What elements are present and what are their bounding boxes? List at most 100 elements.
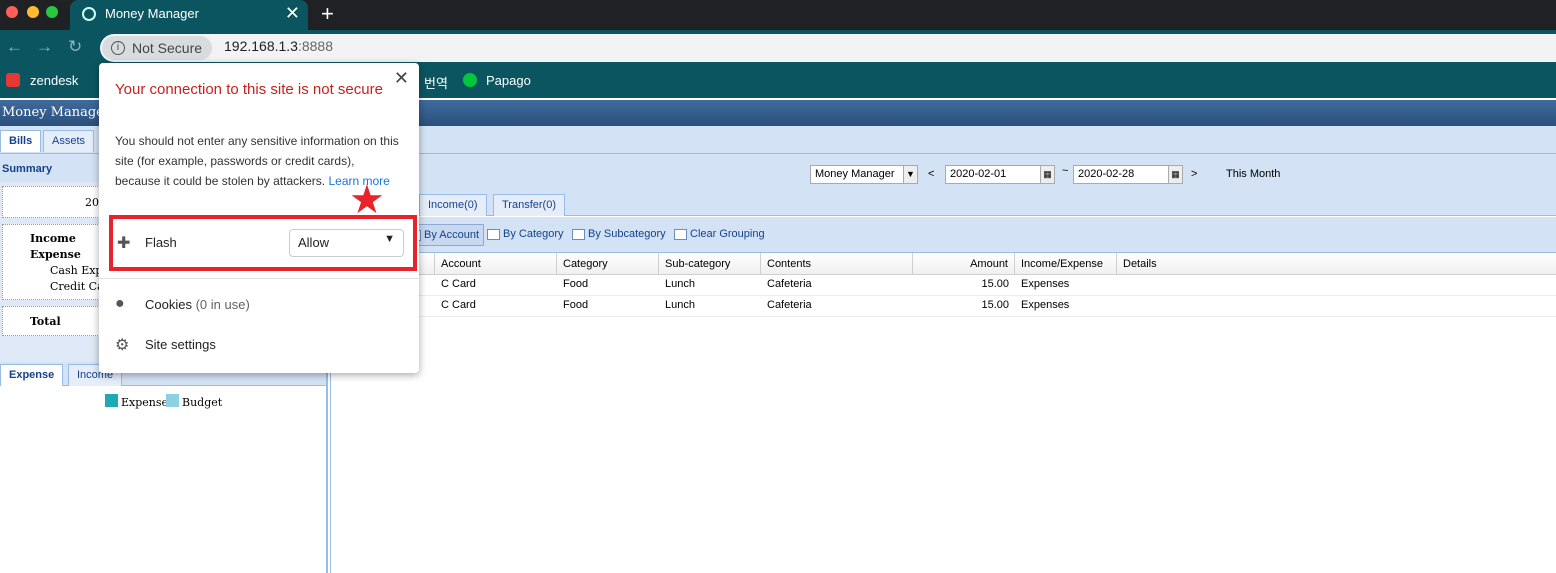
summary-total-label: Total — [30, 315, 61, 328]
group-by-category-button[interactable]: By Category — [485, 224, 568, 246]
legend-budget-label: Budget — [182, 396, 223, 409]
papago-icon — [463, 73, 477, 87]
url-host: 192.168.1.3 — [224, 38, 298, 54]
browser-toolbar: ← → ↻ i Not Secure 192.168.1.3:8888 — [0, 30, 1556, 64]
zendesk-icon — [6, 73, 20, 87]
legend-budget-swatch — [166, 394, 179, 407]
browser-tab[interactable]: Money Manager ✕ — [70, 0, 308, 30]
maximize-window-button[interactable] — [46, 6, 58, 18]
popup-close-button[interactable]: ✕ — [394, 68, 409, 89]
cell-income-expense: Expenses — [1021, 299, 1070, 311]
cell-account: C Card — [441, 278, 476, 290]
tab-title: Money Manager — [105, 6, 199, 21]
app-title: Money Manager — [2, 105, 111, 120]
caret-down-icon: ▼ — [384, 233, 395, 245]
gear-icon: ⚙ — [115, 337, 130, 354]
address-bar[interactable]: i Not Secure 192.168.1.3:8888 — [100, 34, 1556, 62]
col-category[interactable]: Category — [557, 253, 659, 275]
url-port: :8888 — [297, 38, 334, 54]
close-window-button[interactable] — [6, 6, 18, 18]
table-row[interactable]: C Card Food Lunch Cafeteria 15.00 Expens… — [331, 275, 1556, 296]
tab-close-button[interactable]: ✕ — [285, 3, 300, 24]
filter-bar: Money Manager ▼ < 2020-02-01 ▦ ~ 2020-02… — [331, 154, 1556, 192]
cell-contents: Cafeteria — [767, 278, 812, 290]
bookmark-papago[interactable]: Papago — [486, 73, 531, 88]
flash-label: Flash — [145, 235, 177, 250]
url-text[interactable]: 192.168.1.3:8888 — [224, 38, 333, 54]
tab-transfer-count[interactable]: Transfer(0) — [493, 194, 565, 216]
new-tab-button[interactable]: + — [321, 1, 334, 27]
cookie-icon: ● — [115, 295, 125, 312]
grouping-toolbar: By Account By Category By Subcategory Cl… — [331, 217, 1556, 253]
table-icon — [674, 229, 687, 240]
clear-grouping-button[interactable]: Clear Grouping — [672, 224, 769, 246]
not-secure-label: Not Secure — [132, 40, 203, 56]
from-date-field[interactable]: 2020-02-01 ▦ — [945, 165, 1055, 184]
from-date-value: 2020-02-01 — [950, 168, 1007, 180]
tab-assets[interactable]: Assets — [43, 130, 95, 152]
table-icon — [572, 229, 585, 240]
forward-arrow-icon[interactable]: → — [36, 37, 53, 57]
cell-account: C Card — [441, 299, 476, 311]
group-by-category-label: By Category — [503, 228, 564, 240]
site-info-popup: ✕ Your connection to this site is not se… — [99, 63, 419, 373]
col-subcategory[interactable]: Sub-category — [659, 253, 761, 275]
table-row[interactable]: C Card Food Lunch Cafeteria 15.00 Expens… — [331, 296, 1556, 317]
info-icon: i — [111, 41, 125, 55]
col-account[interactable]: Account — [435, 253, 557, 275]
chevron-down-icon: ▼ — [903, 166, 917, 183]
cookies-row[interactable]: Cookies (0 in use) — [145, 297, 250, 312]
col-amount[interactable]: Amount — [913, 253, 1015, 275]
site-settings-row[interactable]: Site settings — [145, 337, 216, 352]
cell-amount: 15.00 — [981, 299, 1009, 311]
table-icon — [487, 229, 500, 240]
summary-date: 20 — [85, 196, 99, 209]
back-arrow-icon[interactable]: ← — [6, 37, 23, 57]
flash-permission-value: Allow — [298, 235, 330, 250]
popup-title: Your connection to this site is not secu… — [115, 81, 383, 98]
bookmark-translate[interactable]: 번역 — [424, 73, 448, 92]
to-date-field[interactable]: 2020-02-28 ▦ — [1073, 165, 1183, 184]
calendar-icon[interactable]: ▦ — [1040, 166, 1054, 183]
bills-main-panel: Money Manager ▼ < 2020-02-01 ▦ ~ 2020-02… — [330, 154, 1556, 573]
col-details[interactable]: Details — [1117, 253, 1556, 275]
group-by-account-label: By Account — [424, 229, 480, 241]
globe-icon — [82, 7, 96, 21]
flash-permission-select[interactable]: Allow ▼ — [289, 229, 404, 257]
chart-area: Expense Budget — [0, 386, 326, 573]
calendar-icon[interactable]: ▦ — [1168, 166, 1182, 183]
group-by-subcategory-button[interactable]: By Subcategory — [570, 224, 670, 246]
site-info-button[interactable]: i Not Secure — [102, 36, 213, 60]
cell-category: Food — [563, 299, 589, 311]
tab-bills[interactable]: Bills — [0, 130, 42, 152]
col-income-expense[interactable]: Income/Expense — [1015, 253, 1117, 275]
bookmark-zendesk[interactable]: zendesk — [30, 73, 78, 88]
book-select[interactable]: Money Manager ▼ — [810, 165, 918, 184]
legend-expense-swatch — [105, 394, 118, 407]
this-month-button[interactable]: This Month — [1226, 168, 1280, 180]
tab-income-count[interactable]: Income(0) — [419, 194, 487, 216]
summary-expense-label: Expense — [30, 248, 81, 261]
flash-permission-row: ✚ Flash Allow ▼ — [109, 215, 417, 271]
clear-grouping-label: Clear Grouping — [690, 228, 765, 240]
prev-period-button[interactable]: < — [928, 168, 934, 180]
cookies-label: Cookies — [145, 297, 192, 312]
cell-subcategory: Lunch — [665, 278, 695, 290]
cell-amount: 15.00 — [981, 278, 1009, 290]
summary-income-label: Income — [30, 232, 76, 245]
cell-contents: Cafeteria — [767, 299, 812, 311]
group-by-subcategory-label: By Subcategory — [588, 228, 666, 240]
browser-tab-bar: Money Manager ✕ + — [0, 0, 1556, 30]
date-range-separator: ~ — [1062, 165, 1069, 177]
cookies-count: (0 in use) — [195, 297, 250, 312]
reload-icon[interactable]: ↻ — [68, 37, 82, 57]
to-date-value: 2020-02-28 — [1078, 168, 1135, 180]
col-contents[interactable]: Contents — [761, 253, 913, 275]
puzzle-icon: ✚ — [117, 235, 131, 252]
next-period-button[interactable]: > — [1191, 168, 1197, 180]
bill-type-tabs: Income(0) Transfer(0) — [331, 192, 1556, 216]
cell-category: Food — [563, 278, 589, 290]
tab-expense[interactable]: Expense — [0, 364, 64, 386]
popup-divider — [99, 278, 419, 279]
minimize-window-button[interactable] — [27, 6, 39, 18]
